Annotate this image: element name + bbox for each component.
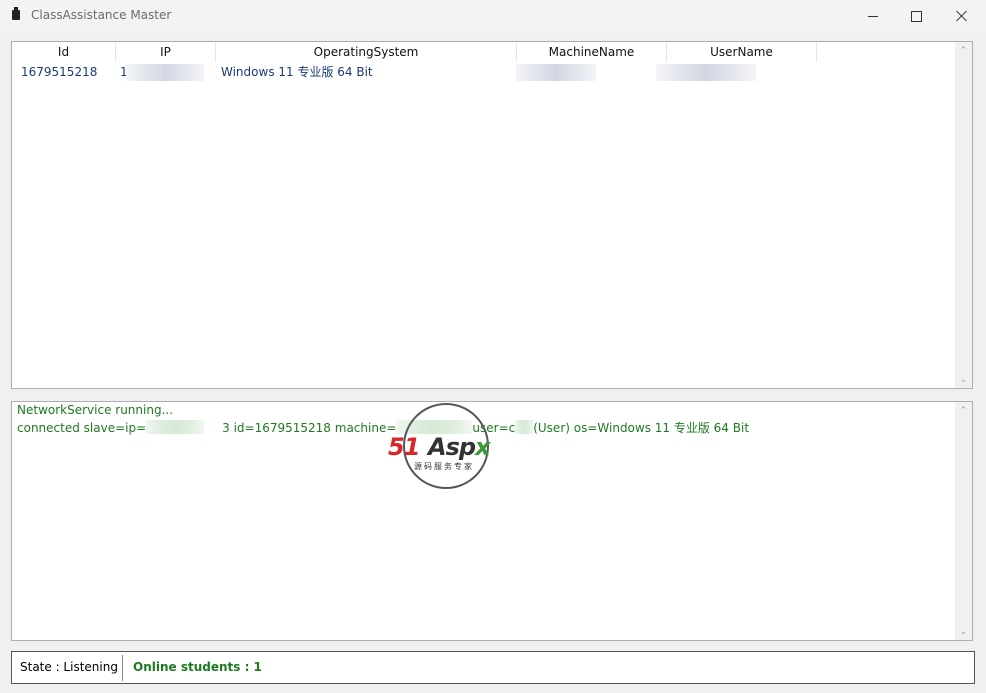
minimize-button[interactable]: [850, 0, 896, 32]
redacted-ip: [146, 420, 205, 434]
status-state: State : Listening: [20, 660, 118, 674]
scroll-down-icon[interactable]: ⌄: [955, 371, 972, 388]
redacted-user-name: [656, 64, 756, 81]
window-title: ClassAssistance Master: [31, 8, 172, 22]
table-vertical-scrollbar[interactable]: ⌃ ⌄: [955, 42, 972, 388]
log-fragment: 3 id=1679515218 machine=: [222, 421, 397, 435]
cell-os: Windows 11 专业版 64 Bit: [221, 65, 373, 79]
log-vertical-scrollbar[interactable]: ⌃ ⌄: [955, 402, 972, 640]
status-bar: State : Listening Online students : 1: [11, 651, 975, 684]
log-fragment: connected slave=ip=: [17, 421, 147, 435]
maximize-button[interactable]: [893, 0, 939, 32]
scroll-up-icon[interactable]: ⌃: [955, 42, 972, 59]
log-line: NetworkService running...: [17, 403, 174, 417]
scroll-up-icon[interactable]: ⌃: [955, 402, 972, 419]
column-header-os[interactable]: OperatingSystem: [216, 42, 517, 62]
column-header-id[interactable]: Id: [12, 42, 116, 62]
scroll-down-icon[interactable]: ⌄: [955, 623, 972, 640]
log-line: connected slave=ip= 3 id=1679515218 machi…: [17, 418, 749, 436]
status-divider: [122, 655, 123, 681]
minimize-icon: [868, 15, 878, 17]
close-icon: [956, 10, 968, 22]
watermark-brand-text: Aspx: [428, 433, 491, 461]
close-button[interactable]: [939, 0, 985, 32]
online-students-count: Online students : 1: [133, 660, 262, 674]
table-row[interactable]: 1679515218 1 Windows 11 专业版 64 Bit: [12, 62, 957, 82]
maximize-icon: [910, 10, 922, 22]
cell-id: 1679515218: [21, 65, 98, 79]
watermark-logo: 51 Aspx 源码服务专家: [386, 403, 512, 493]
table-header: Id IP OperatingSystem MachineName UserNa…: [12, 42, 957, 62]
redacted-user-name: [515, 420, 534, 434]
redacted-ip: [126, 64, 204, 81]
column-header-ip[interactable]: IP: [116, 42, 216, 62]
column-header-user[interactable]: UserName: [667, 42, 817, 62]
watermark-brand-number: 51: [388, 433, 420, 461]
app-icon: [12, 7, 20, 20]
log-fragment: (User) os=Windows 11 专业版 64 Bit: [533, 421, 750, 435]
column-header-machine[interactable]: MachineName: [517, 42, 667, 62]
redacted-machine-name: [516, 64, 596, 81]
clients-listview[interactable]: Id IP OperatingSystem MachineName UserNa…: [11, 41, 973, 389]
title-bar: ClassAssistance Master: [0, 0, 986, 32]
watermark-tagline: 源码服务专家: [414, 462, 474, 471]
